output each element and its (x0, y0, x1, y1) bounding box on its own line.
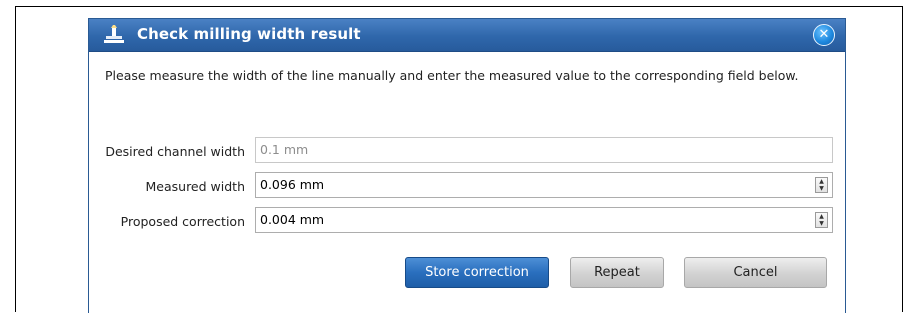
spinner-down-icon[interactable]: ▼ (816, 185, 827, 192)
desired-width-value: 0.1 mm (260, 142, 309, 157)
desired-width-field: 0.1 mm (255, 137, 833, 163)
spinner-up-icon[interactable]: ▲ (816, 178, 827, 185)
proposed-correction-input[interactable]: 0.004 mm ▲ ▼ (255, 207, 833, 233)
measured-width-input[interactable]: 0.096 mm ▲ ▼ (255, 172, 833, 198)
cancel-button[interactable]: Cancel (684, 257, 827, 288)
dialog-title: Check milling width result (137, 25, 361, 43)
close-icon: ✕ (818, 27, 830, 42)
spinner-down-icon[interactable]: ▼ (816, 220, 827, 227)
store-correction-button[interactable]: Store correction (405, 257, 549, 288)
proposed-correction-label: Proposed correction (120, 214, 245, 229)
measured-width-spinner[interactable]: ▲ ▼ (815, 177, 828, 193)
proposed-correction-value: 0.004 mm (260, 212, 325, 227)
check-milling-width-dialog: Check milling width result ✕ Please meas… (88, 18, 846, 313)
close-button[interactable]: ✕ (813, 24, 835, 46)
dialog-titlebar: Check milling width result ✕ (89, 19, 845, 52)
milling-tool-icon (104, 25, 124, 43)
measured-width-label: Measured width (145, 179, 246, 194)
measured-width-value: 0.096 mm (260, 177, 325, 192)
instruction-text: Please measure the width of the line man… (105, 68, 799, 83)
spinner-up-icon[interactable]: ▲ (816, 213, 827, 220)
repeat-button[interactable]: Repeat (570, 257, 664, 288)
proposed-correction-spinner[interactable]: ▲ ▼ (815, 212, 828, 228)
desired-width-label: Desired channel width (105, 144, 245, 159)
